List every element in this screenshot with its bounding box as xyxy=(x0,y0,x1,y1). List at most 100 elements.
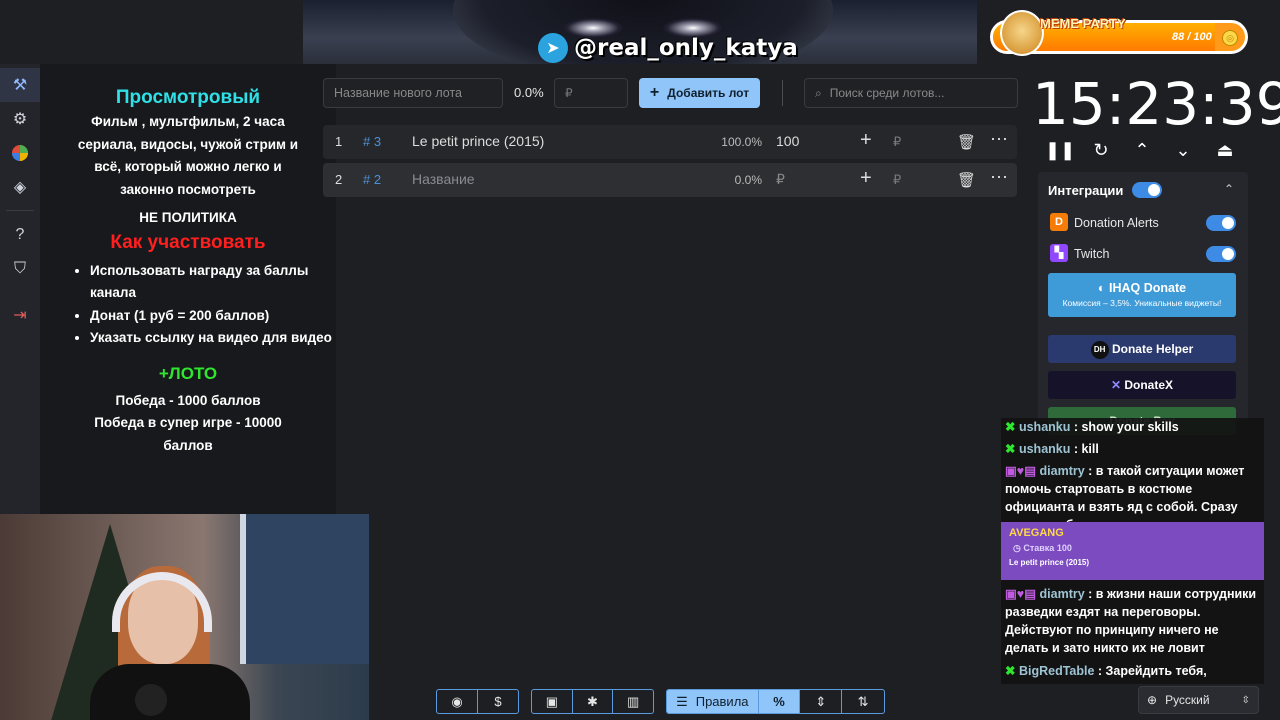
chat-username: diamtry xyxy=(1039,464,1085,478)
gear-icon[interactable]: ⚙ xyxy=(0,102,40,136)
reset-icon[interactable]: ↻ xyxy=(1086,140,1116,164)
chat-message: ▣♥▤ diamtry : в жизни наши сотрудники ра… xyxy=(1005,585,1260,657)
lot-amount[interactable]: 100 xyxy=(776,133,799,149)
badge-icon: ▣♥▤ xyxy=(1005,587,1037,601)
microphone xyxy=(135,684,167,716)
doge-icon xyxy=(1000,10,1044,56)
layers-icon[interactable]: ◈ xyxy=(0,170,40,204)
add-amount-icon[interactable]: + xyxy=(860,167,872,190)
wheel-chart-icon[interactable] xyxy=(0,136,40,170)
sort-icon[interactable]: ⇅ xyxy=(842,690,884,713)
bid-stake: ◷ Ставка 100 xyxy=(1013,543,1072,553)
new-lot-percent: 0.0% xyxy=(514,85,544,100)
rules-label: Правила xyxy=(695,694,749,709)
lot-id[interactable]: # 2 xyxy=(363,172,381,187)
language-select[interactable]: ⊕ Русский ⇳ xyxy=(1138,686,1259,714)
lot-add-currency[interactable]: ₽ xyxy=(893,172,901,188)
trash-icon[interactable]: 🗑 xyxy=(957,171,976,189)
lot-amount[interactable]: ₽ xyxy=(776,171,785,188)
badge-icon: ▣♥▤ xyxy=(1005,464,1037,478)
donation-alerts-toggle[interactable] xyxy=(1206,215,1236,231)
donatex-label: DonateX xyxy=(1124,378,1174,392)
integrations-title: Интеграции xyxy=(1048,183,1124,198)
percent-toggle[interactable]: % xyxy=(758,690,801,713)
donate-helper-button[interactable]: DH Donate Helper xyxy=(1048,335,1236,363)
lot-row[interactable]: 1 # 3 Le petit prince (2015) 100.0% 100 … xyxy=(323,125,1017,159)
overlay-steps: Использовать награду за баллы канала Дон… xyxy=(40,260,336,350)
overlay-title: Просмотровый xyxy=(115,87,261,108)
chevron-up-icon[interactable]: ⌃ xyxy=(1224,182,1234,196)
chat-message: ✖ BigRedTable : Зарейдить тебя, молодая? xyxy=(1005,662,1260,684)
lot-number: 1 xyxy=(335,134,343,149)
badge-icon: ✖ xyxy=(1005,420,1016,434)
timer-display: 15:23:39 xyxy=(1032,70,1280,138)
overlay-how-title: Как участвовать xyxy=(110,231,266,253)
shield-check-icon[interactable]: ⛉ xyxy=(0,252,40,286)
donate-helper-label: Donate Helper xyxy=(1111,342,1194,356)
add-amount-icon[interactable]: + xyxy=(860,129,872,152)
new-lot-amount-input[interactable]: ₽ xyxy=(554,78,628,108)
clear-icon[interactable]: ▥ xyxy=(613,690,653,713)
new-lot-name-input[interactable]: Название нового лота xyxy=(323,78,503,108)
compress-icon[interactable]: ⇕ xyxy=(800,690,843,713)
chat-username: diamtry xyxy=(1039,587,1085,601)
chat-overlay: ✖ ushanku : show your skills ✖ ushanku :… xyxy=(1001,418,1264,684)
auction-hammer-icon[interactable]: ⚒ xyxy=(0,68,40,102)
github-icon[interactable]: ◉ xyxy=(437,690,478,713)
logout-icon[interactable]: ⇥ xyxy=(0,298,40,332)
donate-dollar-icon[interactable]: $ xyxy=(478,690,518,713)
view-group: ☰ Правила % ⇕ ⇅ xyxy=(666,689,885,714)
donatex-button[interactable]: ✕ DonateX xyxy=(1048,371,1236,399)
twitch-toggle[interactable] xyxy=(1206,246,1236,262)
rules-button[interactable]: ☰ Правила xyxy=(667,690,759,713)
chat-message: ✖ ushanku : kill xyxy=(1005,440,1260,458)
chat-username: ushanku xyxy=(1018,442,1071,456)
x-icon: ✕ xyxy=(1110,378,1122,392)
double-chevron-up-icon[interactable]: ⏏ xyxy=(1210,140,1240,164)
donation-alerts-icon: D xyxy=(1050,213,1068,231)
lot-percent: 100.0% xyxy=(721,135,762,149)
help-icon[interactable]: ? xyxy=(0,218,40,252)
more-options-icon[interactable]: ⋯ xyxy=(990,129,1008,150)
pause-icon[interactable]: ❚❚ xyxy=(1045,140,1075,164)
ihaq-donate-button[interactable]: ◐ IHAQ Donate Комиссия – 3,5%. Уникальны… xyxy=(1048,273,1236,317)
language-selected: Русский xyxy=(1165,693,1210,707)
tools-group: ▣ ✱ ▥ xyxy=(531,689,654,714)
overlay-step: Указать ссылку на видео для видео xyxy=(90,327,336,350)
overlay-step: Использовать награду за баллы канала xyxy=(90,260,336,305)
donate-helper-icon: DH xyxy=(1090,340,1109,359)
badge-icon: ✖ xyxy=(1005,664,1016,678)
trash-icon[interactable]: 🗑 xyxy=(957,133,976,151)
add-lot-button[interactable]: + Добавить лот xyxy=(639,78,760,108)
more-options-icon[interactable]: ⋯ xyxy=(990,167,1008,188)
bid-stake-label: Ставка 100 xyxy=(1023,543,1072,553)
lot-number: 2 xyxy=(335,172,343,187)
lot-id[interactable]: # 3 xyxy=(363,134,381,149)
lot-row[interactable]: 2 # 2 Название 0.0% ₽ + ₽ 🗑 ⋯ xyxy=(323,163,1017,197)
twitch-label: Twitch xyxy=(1074,247,1110,261)
chat-message: ✖ ushanku : show your skills xyxy=(1005,418,1260,436)
toolbar-divider xyxy=(782,80,783,106)
overlay-description: Фильм , мультфильм, 2 часа сериала, видо… xyxy=(77,114,299,197)
ihaq-donate-label: IHAQ Donate xyxy=(1108,281,1187,295)
chat-text: : kill xyxy=(1070,442,1099,456)
meme-party-title: MEME PARTY xyxy=(1040,16,1126,31)
integrations-toggle[interactable] xyxy=(1132,182,1162,198)
lot-add-currency[interactable]: ₽ xyxy=(893,134,901,150)
telegram-handle: ➤ @real_only_katya xyxy=(538,32,798,64)
bid-lot: Le petit prince (2015) xyxy=(1009,558,1090,567)
bug-icon[interactable]: ✱ xyxy=(573,690,614,713)
chevron-down-icon[interactable]: ⌄ xyxy=(1168,140,1198,164)
chat-text: : show your skills xyxy=(1070,420,1179,434)
links-group: ◉ $ xyxy=(436,689,519,714)
chevron-updown-icon: ⇳ xyxy=(1241,694,1250,706)
donation-alerts-label: Donation Alerts xyxy=(1074,216,1159,230)
save-icon[interactable]: ▣ xyxy=(532,690,573,713)
lot-name[interactable]: Название xyxy=(412,171,475,187)
streamer-body xyxy=(90,664,250,720)
globe-icon: ⊕ xyxy=(1147,693,1158,707)
lot-name[interactable]: Le petit prince (2015) xyxy=(412,133,544,149)
twitch-icon: ▚ xyxy=(1050,244,1068,262)
chevron-up-icon[interactable]: ⌃ xyxy=(1127,140,1157,164)
lot-search-input[interactable]: ⌕ Поиск среди лотов... xyxy=(804,78,1018,108)
